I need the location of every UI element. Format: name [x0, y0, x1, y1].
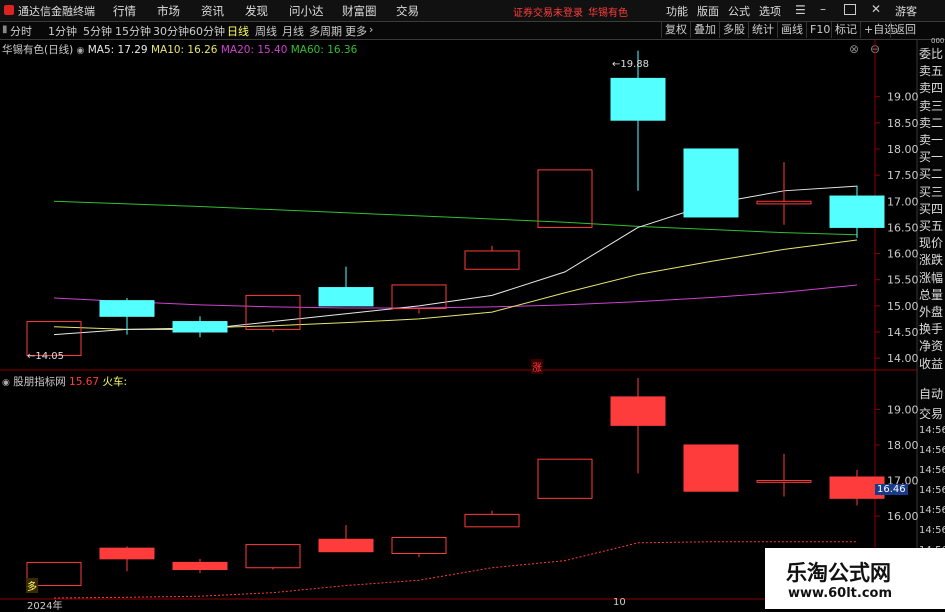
indicator-candle-body	[683, 444, 739, 492]
sidebar-time: 14:56	[919, 445, 945, 456]
x-label-month: 10	[613, 597, 626, 608]
sidebar-label: 总量	[919, 287, 944, 302]
indicator-candle-body	[537, 458, 593, 499]
indicator-candle-body	[756, 480, 812, 483]
candle-body	[756, 200, 812, 205]
candle-body	[683, 148, 739, 218]
sidebar-label: 卖四	[919, 81, 944, 96]
watermark-box: 乐淘公式网 www.60lt.com	[765, 548, 945, 609]
sidebar-time: 14:56	[919, 525, 945, 536]
watermark-title: 乐淘公式网	[786, 561, 891, 585]
price-tick-label: 14.50	[887, 326, 919, 339]
kline-chart[interactable]: 19.00 18.50 18.00 17.50 17.00 16.50 16.00 15.50…	[0, 0, 945, 609]
sidebar-label: 外盘	[919, 305, 944, 319]
indicator-tick-label: 19.00	[887, 403, 919, 416]
candle-body	[245, 294, 301, 330]
sidebar-label: 卖一	[919, 133, 944, 147]
sidebar-label: 收益	[919, 356, 944, 371]
sidebar-label: 涨幅	[919, 270, 944, 285]
current-price-tag: 16.46	[875, 484, 908, 495]
sidebar-label: 卖五	[919, 64, 944, 79]
sidebar-label: 买三	[919, 184, 944, 199]
price-tick-label: 18.00	[887, 143, 919, 156]
sidebar-label: 自动	[919, 387, 944, 401]
indicator-candle-body	[318, 538, 374, 553]
sidebar-time: 14:56	[919, 485, 945, 496]
sidebar-label: 净资	[919, 339, 944, 354]
x-label-year: 2024年	[27, 601, 63, 612]
price-tick-label: 16.50	[887, 221, 919, 234]
sidebar-time: 14:56	[919, 425, 945, 436]
rise-marker: 涨	[531, 359, 543, 374]
candle-body	[537, 169, 593, 228]
price-tick-label: 17.50	[887, 169, 919, 182]
indicator-tick-label: 18.00	[887, 439, 919, 452]
sidebar-label: 卖二	[919, 115, 944, 130]
sidebar-label: 卖三	[919, 98, 944, 113]
sidebar-label: 买五	[919, 219, 944, 233]
candle-body	[610, 77, 666, 121]
sidebar-code: 000	[931, 37, 945, 45]
sidebar-label: 现价	[919, 236, 944, 251]
watermark-url: www.60lt.com	[788, 586, 893, 601]
sidebar-label: 涨跌	[919, 253, 944, 268]
quote-sidebar: 000 委比卖五卖四卖三卖二卖一买一买二买三买四买五现价涨跌涨幅总量外盘换手净资…	[918, 37, 945, 609]
indicator-candle-body	[245, 544, 301, 569]
candle-body	[99, 300, 155, 317]
price-tick-label: 15.00	[887, 300, 919, 313]
indicator-candle-body	[99, 547, 155, 560]
price-tick-label: 17.00	[887, 195, 919, 208]
indicator-tick-label: 16.00	[887, 510, 919, 523]
high-price-annotation: ←19.88	[612, 59, 650, 70]
candle-body	[318, 287, 374, 307]
candle-body	[391, 284, 447, 309]
candle-body	[464, 250, 520, 270]
candle-body	[172, 321, 228, 333]
indicator-candle-body	[464, 513, 520, 528]
sidebar-label: 买四	[919, 201, 944, 216]
ma10-line	[53, 239, 858, 330]
sidebar-label: 买一	[919, 150, 944, 165]
sidebar-label: 委比	[919, 47, 944, 61]
indicator-candle-body	[391, 536, 447, 555]
indicator-candle-body	[610, 396, 666, 426]
price-tick-label: 19.00	[887, 91, 919, 104]
candle-body	[829, 195, 885, 228]
sidebar-label: 买二	[919, 167, 944, 182]
sidebar-time: 14:56	[919, 465, 945, 476]
price-tick-label: 18.50	[887, 117, 919, 130]
indicator-candle-body	[172, 561, 228, 571]
price-tick-label: 14.00	[887, 352, 919, 365]
price-tick-label: 16.00	[887, 248, 919, 261]
duo-marker: 多	[26, 578, 38, 593]
sidebar-time: 14:56	[919, 505, 945, 516]
ma20-line	[53, 284, 858, 309]
price-tick-label: 15.50	[887, 274, 919, 287]
sidebar-label: 交易	[919, 407, 944, 421]
low-price-annotation: ←14.05	[27, 351, 65, 362]
sidebar-label: 换手	[919, 322, 944, 337]
